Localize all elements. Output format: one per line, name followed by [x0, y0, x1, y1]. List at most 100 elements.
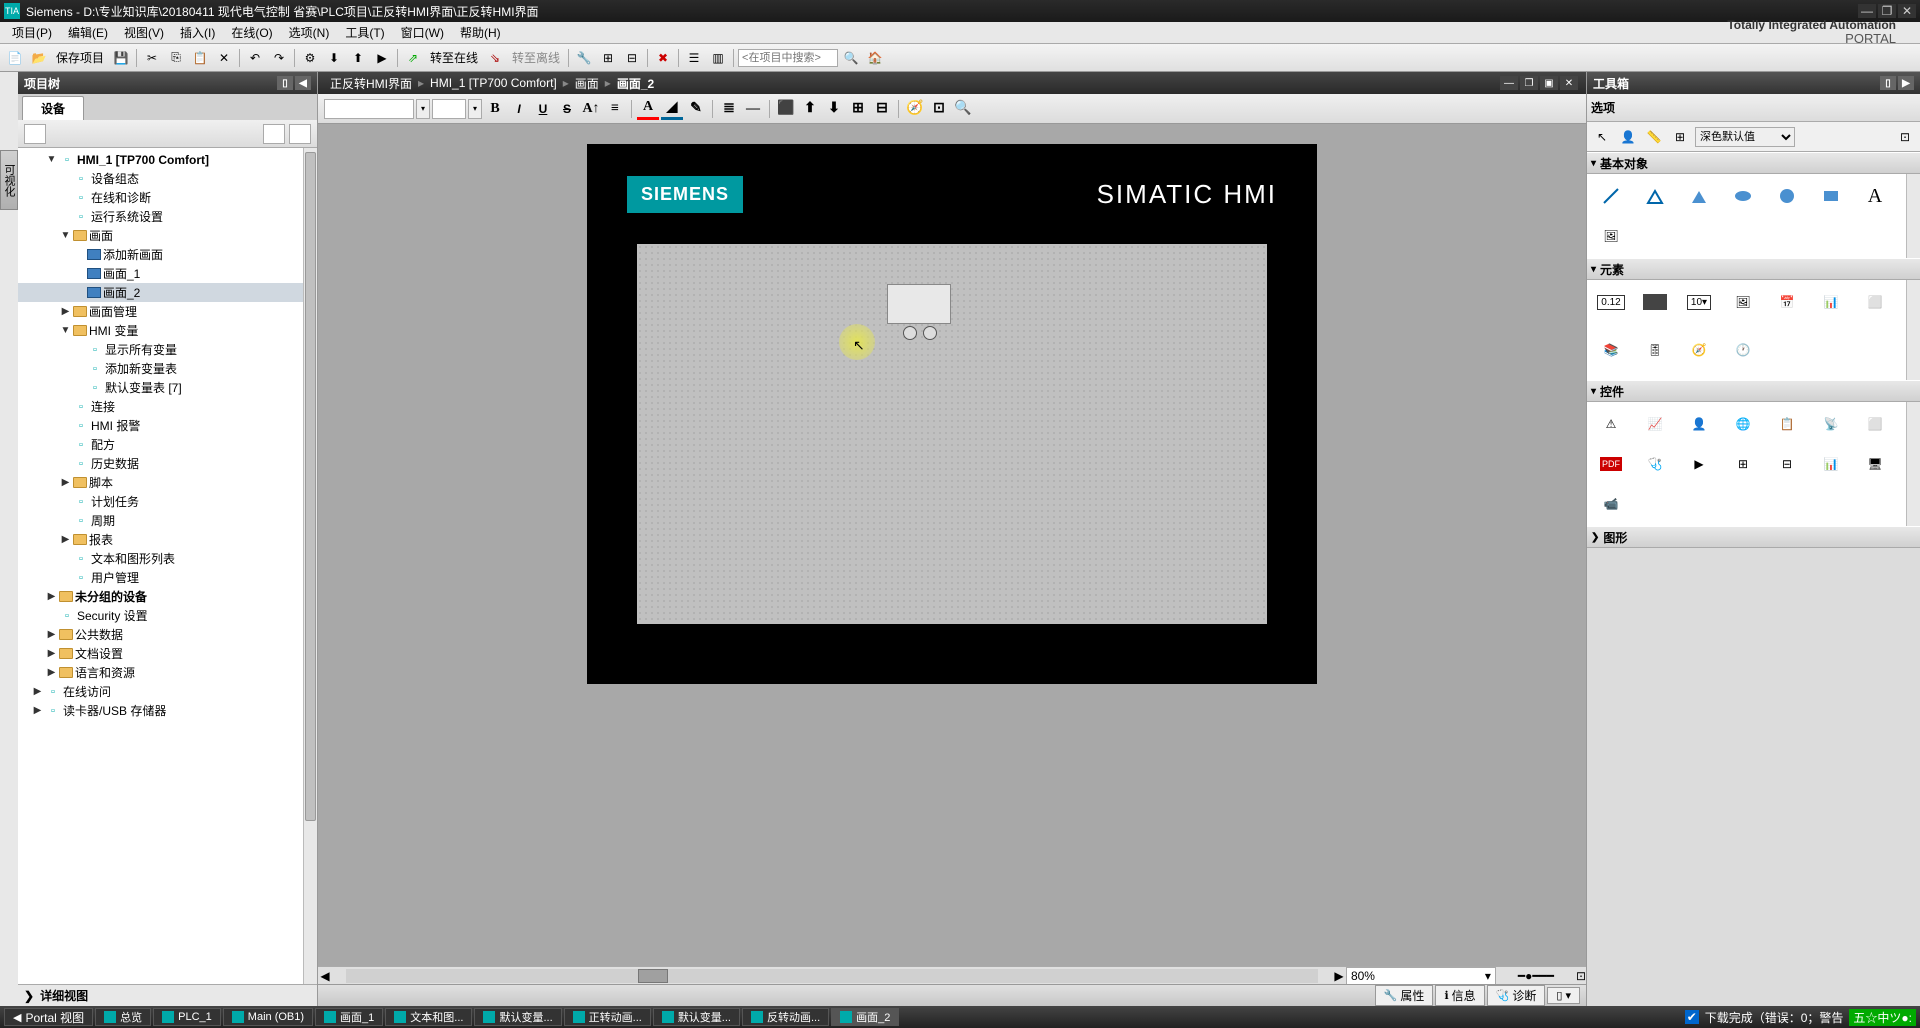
tree-node[interactable]: ▫历史数据 [18, 454, 317, 473]
ruler-tool-icon[interactable]: 📏 [1643, 126, 1665, 148]
pane-pin-icon[interactable]: ▯ [277, 76, 293, 90]
close-button[interactable]: ✕ [1898, 4, 1916, 18]
tree-node[interactable]: ▫计划任务 [18, 492, 317, 511]
tree-node[interactable]: ▫添加新变量表 [18, 359, 317, 378]
tree-node[interactable]: ▫在线和诊断 [18, 188, 317, 207]
tree-node[interactable]: ▶脚本 [18, 473, 317, 492]
cat-basic-objects[interactable]: ▾基本对象 [1587, 152, 1920, 174]
tree-node[interactable]: ▫设备组态 [18, 169, 317, 188]
simulate-icon[interactable]: ▶ [371, 47, 393, 69]
taskbar-item[interactable]: 正转动画... [564, 1008, 651, 1026]
menu-view[interactable]: 视图(V) [116, 22, 172, 43]
fit-icon[interactable]: ⊡ [1576, 969, 1586, 983]
taskbar-item[interactable]: 画面_2 [831, 1008, 899, 1026]
tab-diagnostics[interactable]: 🩺诊断 [1487, 985, 1546, 1006]
datetime-tool[interactable]: 📅 [1769, 286, 1805, 318]
symbol-lib-tool[interactable]: 📚 [1593, 334, 1629, 366]
tree-node[interactable]: ▫周期 [18, 511, 317, 530]
hmi-object-rect[interactable] [887, 284, 951, 324]
line-tool[interactable] [1593, 180, 1629, 212]
font-family-select[interactable] [324, 99, 414, 119]
tree-node[interactable]: 画面_2 [18, 283, 317, 302]
menu-insert[interactable]: 插入(I) [172, 22, 223, 43]
redo-icon[interactable]: ↷ [268, 47, 290, 69]
taskbar-item[interactable]: 文本和图... [385, 1008, 472, 1026]
taskbar-item[interactable]: 反转动画... [742, 1008, 829, 1026]
hscroll-right[interactable]: ▶ [1332, 969, 1346, 983]
toolbox-view-icon[interactable]: ⊡ [1894, 126, 1916, 148]
elements-scroll[interactable] [1906, 280, 1920, 380]
crumb-2[interactable]: 画面 [571, 75, 603, 92]
tree-node[interactable]: ▫运行系统设置 [18, 207, 317, 226]
tab-collapse[interactable]: ▯ ▾ [1547, 987, 1580, 1004]
font-size-select[interactable] [432, 99, 466, 119]
arrange-5[interactable]: ⊟ [871, 98, 893, 120]
polyline-tool[interactable] [1637, 180, 1673, 212]
copy-icon[interactable]: ⎘ [165, 47, 187, 69]
toolbox-pin-icon[interactable]: ▯ [1880, 76, 1896, 90]
tree-twisty[interactable]: ▶ [46, 591, 57, 602]
new-project-icon[interactable]: 📄 [4, 47, 26, 69]
button-tool[interactable] [1637, 286, 1673, 318]
zoom-slider[interactable]: ━●━━━ [1496, 969, 1576, 983]
controls-scroll[interactable] [1906, 402, 1920, 526]
hscroll-left[interactable]: ◀ [318, 969, 332, 983]
camera-tool[interactable]: 📹 [1593, 488, 1629, 520]
paste-icon[interactable]: 📋 [189, 47, 211, 69]
search-icon[interactable]: 🔍 [840, 47, 862, 69]
tab-info[interactable]: ℹ信息 [1435, 985, 1484, 1006]
h-scrollbar[interactable] [346, 969, 1318, 983]
io-field-tool[interactable]: 0.12 [1593, 286, 1629, 318]
tool-icon-3[interactable]: ⊟ [621, 47, 643, 69]
arrange-3[interactable]: ⬇ [823, 98, 845, 120]
tree-twisty[interactable]: ▶ [32, 705, 43, 716]
go-online-icon[interactable]: ⇗ [402, 47, 424, 69]
strike-button[interactable]: S [556, 98, 578, 120]
delete-icon[interactable]: ✕ [213, 47, 235, 69]
tree-node[interactable]: ▶未分组的设备 [18, 587, 317, 606]
undo-icon[interactable]: ↶ [244, 47, 266, 69]
slider-tool[interactable]: 🎚 [1637, 334, 1673, 366]
system-diag-tool[interactable]: 🩺 [1637, 448, 1673, 480]
tree-node[interactable]: ▫文本和图形列表 [18, 549, 317, 568]
ime-indicator[interactable]: 五☆中ツ●: [1849, 1009, 1916, 1026]
tree-twisty[interactable]: ▶ [60, 477, 71, 488]
basic-scroll[interactable] [1906, 174, 1920, 258]
tree-twisty[interactable]: ▼ [46, 154, 57, 165]
user-view-tool[interactable]: 👤 [1681, 408, 1717, 440]
device-view-tool[interactable]: 🖥 [1857, 448, 1893, 480]
hmi-object-circle-2[interactable] [923, 326, 937, 340]
zoom-icon[interactable]: 🔍 [952, 98, 974, 120]
circle-tool[interactable] [1769, 180, 1805, 212]
detail-view-header[interactable]: ❯ 详细视图 [18, 984, 317, 1006]
user-tool-icon[interactable]: 👤 [1617, 126, 1639, 148]
tree-twisty[interactable]: ▶ [46, 629, 57, 640]
tree-node[interactable]: 添加新画面 [18, 245, 317, 264]
cat-graphics[interactable]: ❯图形 [1587, 526, 1920, 548]
fill-color-button[interactable]: ◢ [661, 98, 683, 120]
tree-node[interactable]: ▶报表 [18, 530, 317, 549]
rectangle-tool[interactable] [1813, 180, 1849, 212]
tab-properties[interactable]: 🔧属性 [1375, 985, 1434, 1006]
tree-twisty[interactable]: ▶ [60, 534, 71, 545]
underline-button[interactable]: U [532, 98, 554, 120]
text-tool[interactable]: A [1857, 180, 1893, 212]
status-force-tool[interactable]: ⬜ [1857, 408, 1893, 440]
editor-max-icon[interactable]: ▣ [1540, 76, 1558, 90]
sm-client-tool[interactable]: 📡 [1813, 408, 1849, 440]
menu-window[interactable]: 窗口(W) [393, 22, 452, 43]
editor-close-icon[interactable]: ✕ [1560, 76, 1578, 90]
hmi-screen[interactable]: SIEMENS SIMATIC HMI TOUCH ↖ [587, 144, 1317, 684]
hmi-workspace[interactable] [637, 244, 1267, 624]
portal-view-button[interactable]: ◀ Portal 视图 [4, 1008, 93, 1026]
tree-node[interactable]: ▫默认变量表 [7] [18, 378, 317, 397]
cut-icon[interactable]: ✂ [141, 47, 163, 69]
tree-node[interactable]: ▶文档设置 [18, 644, 317, 663]
arrange-1[interactable]: ⬛ [775, 98, 797, 120]
taskbar-item[interactable]: 默认变量... [474, 1008, 561, 1026]
tree-twisty[interactable]: ▶ [46, 667, 57, 678]
upload-icon[interactable]: ⬆ [347, 47, 369, 69]
tree-node[interactable]: ▫Security 设置 [18, 606, 317, 625]
maximize-button[interactable]: ❐ [1878, 4, 1896, 18]
switch-tool[interactable]: ⬜ [1857, 286, 1893, 318]
